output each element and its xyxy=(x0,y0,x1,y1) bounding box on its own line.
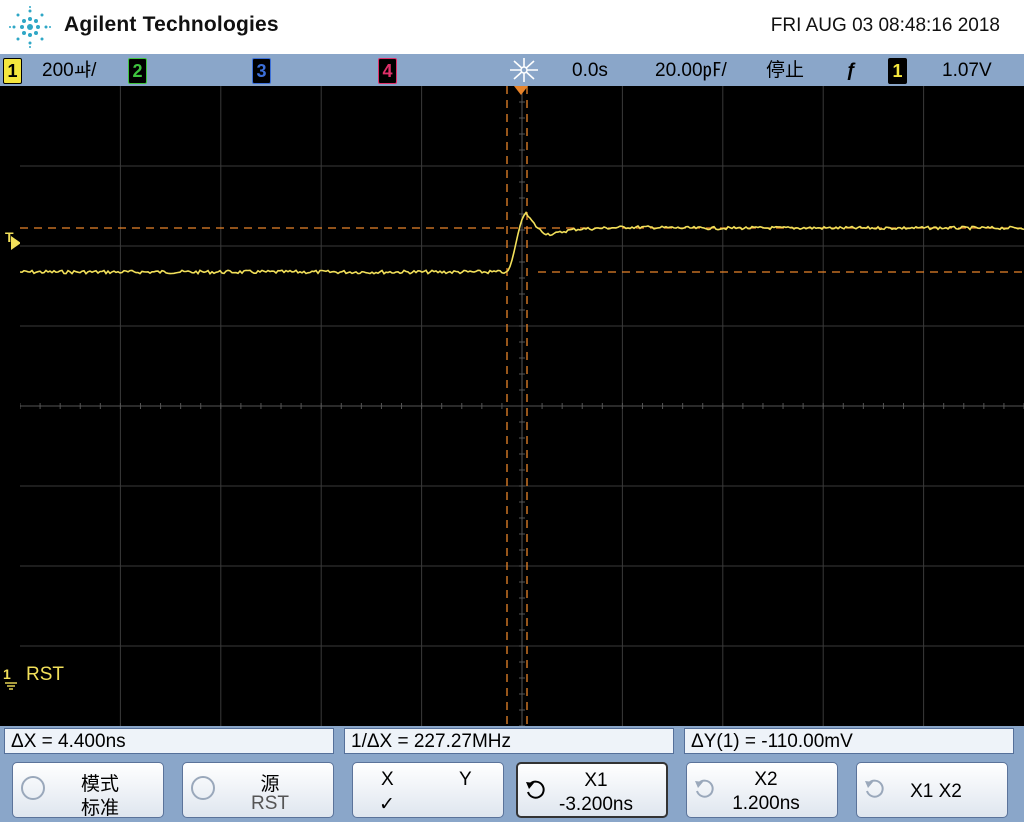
trigger-position-marker xyxy=(514,86,528,95)
measurement-bar: ΔX = 4.400ns 1/ΔX = 227.27MHz ΔY(1) = -1… xyxy=(0,726,1024,758)
waveform-display[interactable] xyxy=(20,86,1024,726)
delta-y-readout: ΔY(1) = -110.00mV xyxy=(684,728,1014,754)
timebase-scale: 20.00㎊/ xyxy=(655,60,727,81)
x1-value: -3.200ns xyxy=(559,794,633,815)
mode-value: 标准 xyxy=(80,798,119,819)
x1-x2-softkey[interactable]: X1 X2 xyxy=(856,762,1008,818)
screen-left-margin xyxy=(0,86,20,726)
x-option: X xyxy=(381,769,394,790)
channel-1-ground-marker[interactable]: 1 xyxy=(3,666,11,682)
x1-cursor-softkey[interactable]: X1 -3.200ns xyxy=(516,762,668,818)
acquisition-spark-icon xyxy=(510,58,538,82)
date-time: FRI AUG 03 08:48:16 2018 xyxy=(770,15,1000,36)
header: Agilent Technologies FRI AUG 03 08:48:16… xyxy=(0,0,1024,54)
x1-title: X1 xyxy=(584,770,608,791)
channel-1-scale: 200ㆇ/ xyxy=(42,60,97,81)
channel-2-badge[interactable]: 2 xyxy=(128,58,147,84)
source-value: RST xyxy=(251,793,289,814)
cursor-xy-softkey[interactable]: X Y ✓ xyxy=(352,762,504,818)
graticule xyxy=(20,86,1024,726)
trigger-source-badge[interactable]: 1 xyxy=(888,58,907,84)
status-bar: 1 200ㆇ/ 2 3 4 0.0s 20.00㎊/ 停止 ƒ 1 1.07V xyxy=(0,54,1024,86)
channel-3-badge[interactable]: 3 xyxy=(252,58,271,84)
agilent-spark-logo-icon xyxy=(9,6,51,48)
channel-1-badge[interactable]: 1 xyxy=(3,58,22,84)
softkey-bar: 模式 标准 源 RST X Y ✓ X1 -3.200ns X2 1.200ns… xyxy=(0,758,1024,822)
ground-symbol-icon xyxy=(5,682,17,690)
run-state: 停止 xyxy=(766,60,805,81)
y-option: Y xyxy=(459,769,472,790)
x1-x2-label: X1 X2 xyxy=(910,781,962,802)
mode-softkey[interactable]: 模式 标准 xyxy=(12,762,164,819)
x2-value: 1.200ns xyxy=(732,793,800,814)
delta-x-readout: ΔX = 4.400ns xyxy=(4,728,334,754)
source-title: 源 xyxy=(260,774,280,795)
inverse-delta-x-readout: 1/ΔX = 227.27MHz xyxy=(344,728,674,754)
channel-label: RST xyxy=(26,664,64,685)
trigger-slope-icon: ƒ xyxy=(846,60,857,81)
channel-4-badge[interactable]: 4 xyxy=(378,58,397,84)
x-selected-check-icon: ✓ xyxy=(379,794,395,815)
horizontal-delay: 0.0s xyxy=(572,60,608,81)
x2-cursor-softkey[interactable]: X2 1.200ns xyxy=(686,762,838,818)
mode-title: 模式 xyxy=(80,774,119,795)
x2-title: X2 xyxy=(754,769,778,790)
brand-name: Agilent Technologies xyxy=(64,13,279,36)
trigger-level: 1.07V xyxy=(942,60,992,81)
source-softkey[interactable]: 源 RST xyxy=(182,762,334,818)
